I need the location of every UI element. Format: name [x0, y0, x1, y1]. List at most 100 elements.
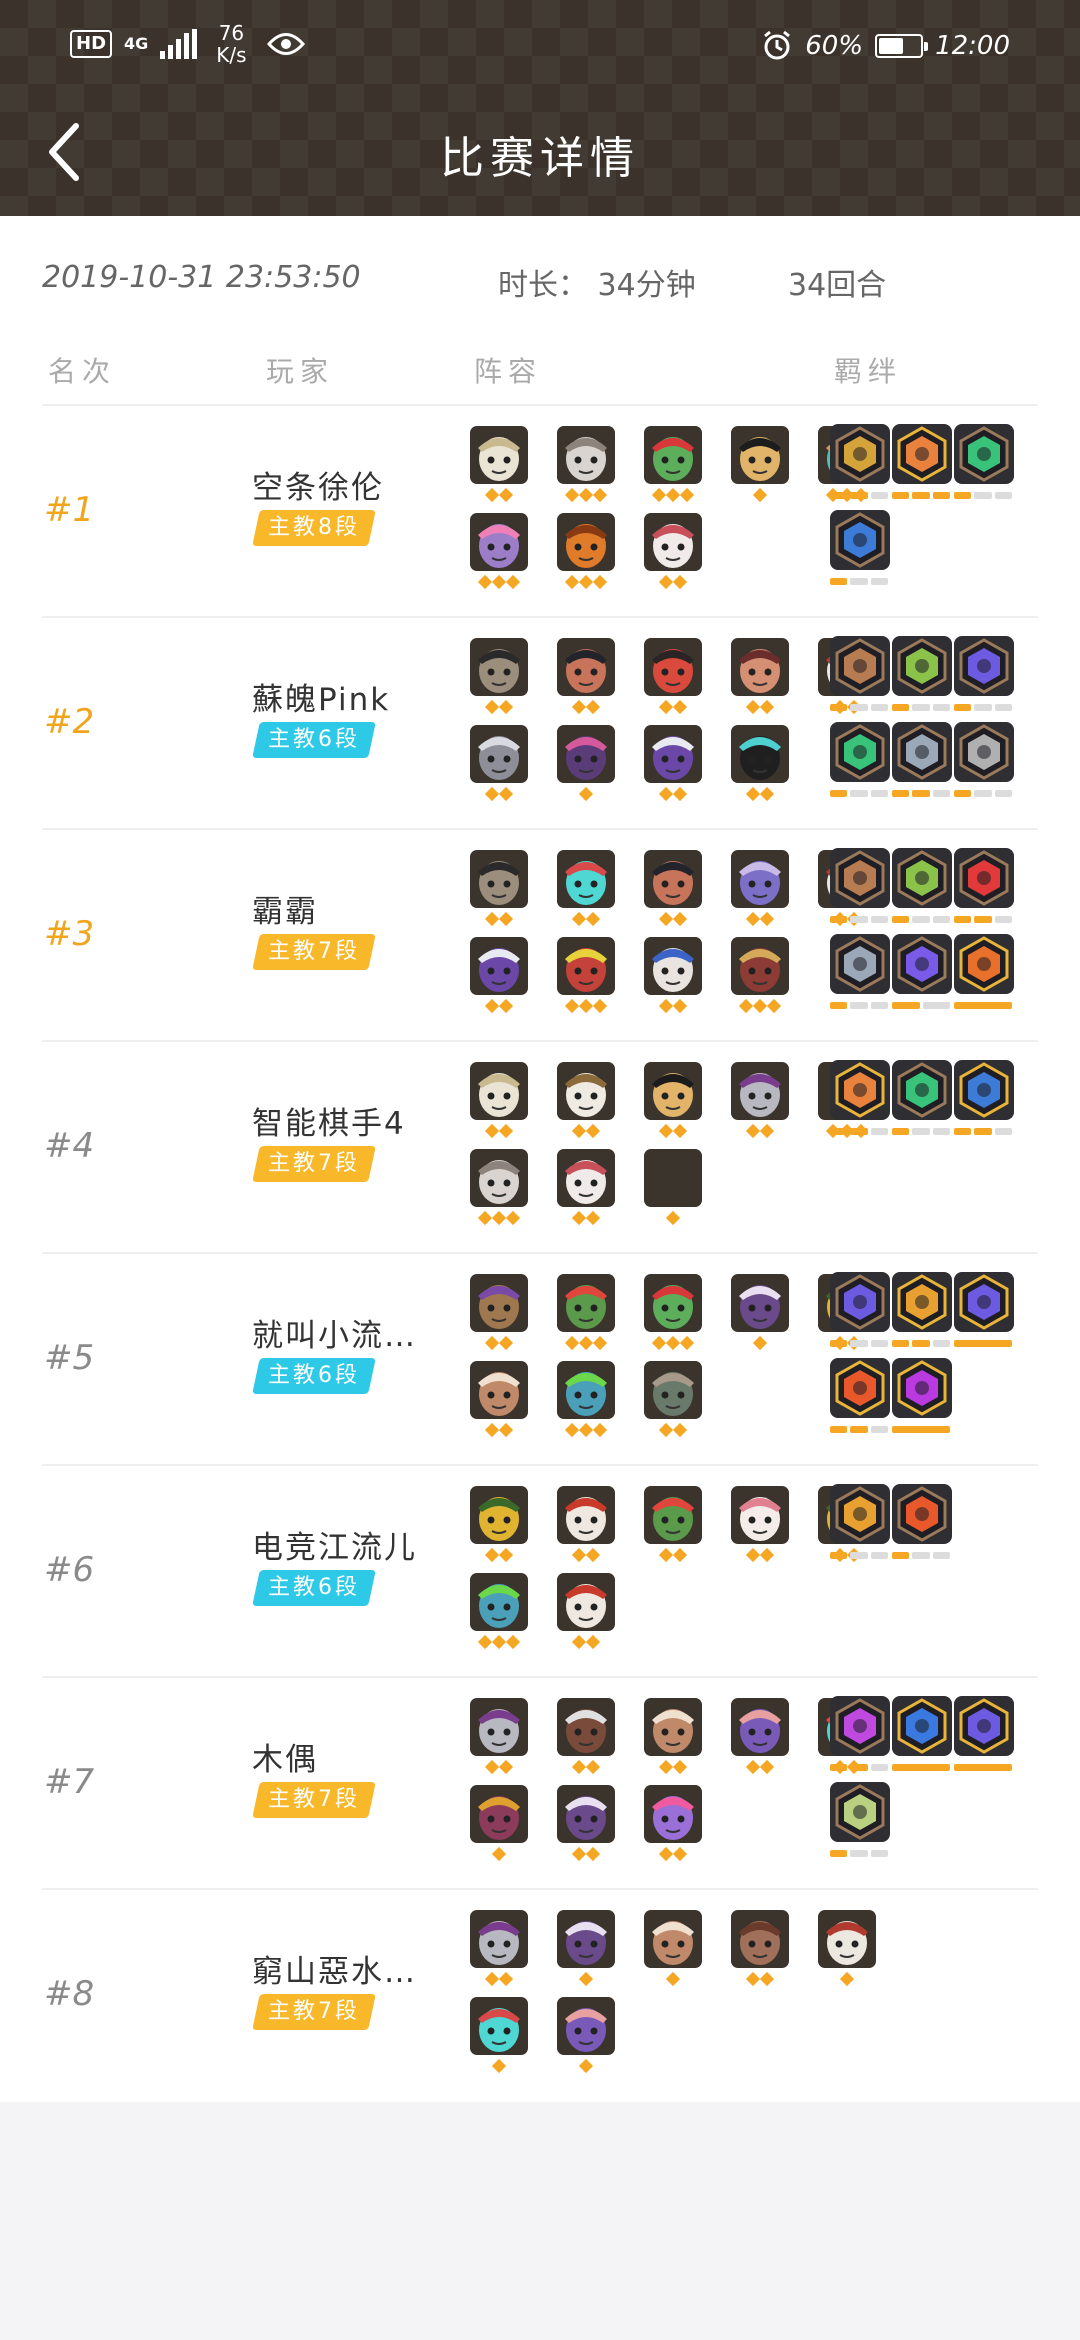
champion-portrait[interactable] — [644, 1785, 702, 1843]
champion-portrait[interactable] — [470, 1910, 528, 1968]
champion-portrait[interactable] — [557, 1062, 615, 1120]
champion-portrait[interactable] — [731, 1062, 789, 1120]
champion-portrait[interactable] — [644, 937, 702, 995]
champion-portrait[interactable] — [470, 1997, 528, 2055]
champion-portrait[interactable] — [644, 1698, 702, 1756]
champion-portrait[interactable] — [557, 513, 615, 571]
champion-portrait[interactable] — [470, 1274, 528, 1332]
champion-portrait[interactable] — [644, 725, 702, 783]
gear-icon[interactable] — [892, 1272, 952, 1332]
player-row[interactable]: #1 空条徐伦 主教8段 — [0, 406, 1080, 618]
champion-portrait[interactable] — [470, 1149, 528, 1207]
star-icon — [491, 1846, 507, 1862]
paw-icon[interactable] — [954, 424, 1014, 484]
player-row[interactable]: #2 蘇魄Pink 主教6段 — [0, 618, 1080, 830]
champion-portrait[interactable] — [470, 513, 528, 571]
champion-portrait[interactable] — [644, 1274, 702, 1332]
champion-portrait[interactable] — [557, 1274, 615, 1332]
champion-portrait[interactable] — [557, 1910, 615, 1968]
skull-icon[interactable] — [892, 1358, 952, 1418]
champion-portrait[interactable] — [557, 1486, 615, 1544]
champion-face-icon — [478, 1285, 520, 1329]
crest-icon[interactable] — [892, 1696, 952, 1756]
champion-portrait[interactable] — [644, 1149, 702, 1207]
champion-portrait[interactable] — [470, 937, 528, 995]
arc-icon[interactable] — [954, 848, 1014, 908]
champion-portrait[interactable] — [470, 725, 528, 783]
cape-icon[interactable] — [830, 1272, 890, 1332]
cape-icon[interactable] — [954, 636, 1014, 696]
demon-icon[interactable] — [892, 1484, 952, 1544]
player-row[interactable]: #8 窮山惡水… 主教7段 — [0, 1890, 1080, 2102]
champion-portrait[interactable] — [731, 937, 789, 995]
champion-portrait[interactable] — [470, 1785, 528, 1843]
fish-icon[interactable] — [892, 934, 952, 994]
champion-portrait[interactable] — [731, 1910, 789, 1968]
champion-portrait[interactable] — [470, 1573, 528, 1631]
champion-portrait[interactable] — [557, 1149, 615, 1207]
champion-portrait[interactable] — [470, 1486, 528, 1544]
champion-portrait[interactable] — [644, 1062, 702, 1120]
champion-portrait[interactable] — [470, 638, 528, 696]
champion-portrait[interactable] — [557, 1997, 615, 2055]
player-row[interactable]: #7 木偶 主教7段 — [0, 1678, 1080, 1890]
champion-portrait[interactable] — [470, 1062, 528, 1120]
champion-portrait[interactable] — [557, 937, 615, 995]
champion-portrait[interactable] — [644, 1486, 702, 1544]
feather-icon[interactable] — [830, 510, 890, 570]
player-row[interactable]: #6 电竞江流儿 主教6段 — [0, 1466, 1080, 1678]
axe-icon[interactable] — [830, 848, 890, 908]
bow-icon[interactable] — [892, 848, 952, 908]
alien-icon[interactable] — [830, 1782, 890, 1842]
champion-portrait[interactable] — [557, 1698, 615, 1756]
champion-portrait[interactable] — [644, 1910, 702, 1968]
trait-progress-segment — [870, 1850, 888, 1857]
champion-portrait[interactable] — [557, 1785, 615, 1843]
champion-portrait[interactable] — [557, 1573, 615, 1631]
champion-portrait[interactable] — [557, 638, 615, 696]
gear-icon[interactable] — [830, 1484, 890, 1544]
paw-icon[interactable] — [892, 1060, 952, 1120]
champion-portrait[interactable] — [470, 850, 528, 908]
champion-portrait[interactable] — [731, 725, 789, 783]
player-row[interactable]: #3 霸霸 主教7段 — [0, 830, 1080, 1042]
player-row[interactable]: #5 就叫小流… 主教6段 — [0, 1254, 1080, 1466]
champion-portrait[interactable] — [644, 850, 702, 908]
star-icon — [759, 786, 775, 802]
champion-portrait[interactable] — [731, 1698, 789, 1756]
champion-portrait[interactable] — [644, 513, 702, 571]
paw-icon[interactable] — [830, 722, 890, 782]
wheel-icon[interactable] — [830, 934, 890, 994]
champion-portrait[interactable] — [644, 426, 702, 484]
helmet-icon[interactable] — [954, 722, 1014, 782]
champion-portrait[interactable] — [557, 725, 615, 783]
champion-portrait[interactable] — [731, 850, 789, 908]
champion-portrait[interactable] — [731, 426, 789, 484]
champion-portrait[interactable] — [644, 1361, 702, 1419]
champion-portrait[interactable] — [557, 850, 615, 908]
bow-icon[interactable] — [892, 636, 952, 696]
champion-portrait[interactable] — [818, 1910, 876, 1968]
champion-portrait[interactable] — [731, 1486, 789, 1544]
champion-portrait[interactable] — [731, 1274, 789, 1332]
wizard-hat-icon[interactable] — [954, 1272, 1014, 1332]
champion-portrait[interactable] — [470, 426, 528, 484]
demon-icon[interactable] — [954, 934, 1014, 994]
knight-icon[interactable] — [830, 1696, 890, 1756]
player-row[interactable]: #4 智能棋手4 主教7段 — [0, 1042, 1080, 1254]
feather-icon[interactable] — [954, 1060, 1014, 1120]
champion-portrait[interactable] — [557, 1361, 615, 1419]
demon-icon[interactable] — [830, 1358, 890, 1418]
axe-icon[interactable] — [830, 636, 890, 696]
champion-portrait[interactable] — [470, 1361, 528, 1419]
wheel-icon[interactable] — [892, 722, 952, 782]
leaf-icon[interactable] — [830, 1060, 890, 1120]
sword-icon[interactable] — [830, 424, 890, 484]
leaf-icon[interactable] — [892, 424, 952, 484]
star-level — [557, 1123, 615, 1139]
wizard-hat-icon[interactable] — [954, 1696, 1014, 1756]
champion-portrait[interactable] — [557, 426, 615, 484]
champion-portrait[interactable] — [731, 638, 789, 696]
champion-portrait[interactable] — [470, 1698, 528, 1756]
champion-portrait[interactable] — [644, 638, 702, 696]
